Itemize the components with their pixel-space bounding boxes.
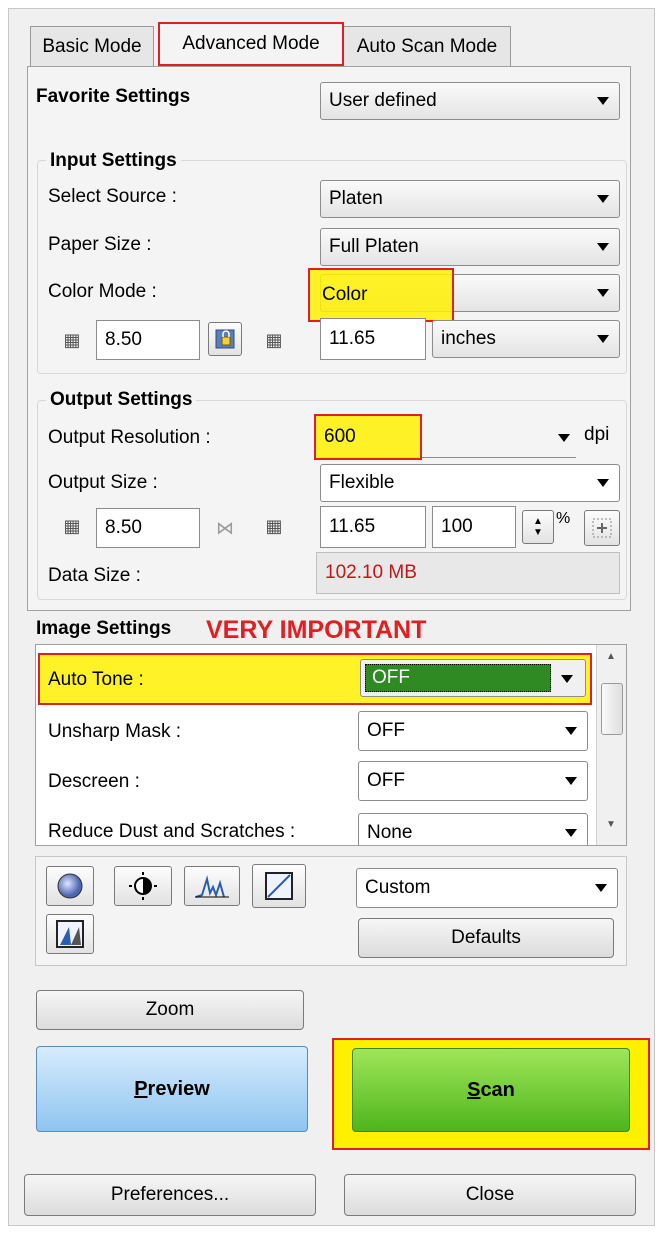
auto-tone-value: OFF: [365, 664, 551, 692]
unsharp-mask-select[interactable]: OFF: [358, 711, 588, 751]
threshold-icon[interactable]: [46, 914, 94, 954]
reduce-dust-label: Reduce Dust and Scratches :: [48, 821, 296, 842]
output-width-icon: ▦: [63, 515, 81, 536]
preview-accelerator: P: [134, 1077, 148, 1100]
select-source-label: Select Source :: [48, 186, 177, 207]
chevron-down-icon: [597, 289, 609, 297]
fit-size-icon[interactable]: [584, 510, 620, 546]
image-settings-list: Auto Tone : OFF Unsharp Mask : OFF Descr…: [35, 644, 627, 846]
scroll-up-icon[interactable]: ▲: [606, 651, 616, 662]
scrollbar[interactable]: ▲ ▼: [596, 645, 626, 845]
brightness-contrast-icon[interactable]: [114, 866, 172, 906]
scan-button[interactable]: Scan: [352, 1048, 630, 1132]
scale-spinner[interactable]: ▲ ▼: [522, 510, 554, 544]
input-width-field[interactable]: 8.50: [96, 320, 200, 360]
close-button[interactable]: Close: [344, 1174, 636, 1216]
input-height-field[interactable]: 11.65: [320, 318, 426, 360]
chevron-down-icon: [558, 434, 570, 442]
chevron-down-icon: [595, 884, 607, 892]
image-settings-title: Image Settings: [36, 618, 172, 639]
preview-label: review: [147, 1077, 210, 1100]
dpi-unit-label: dpi: [584, 424, 610, 445]
percent-label: %: [556, 510, 571, 527]
auto-tone-label: Auto Tone :: [48, 669, 144, 690]
unsharp-mask-value: OFF: [367, 720, 405, 741]
spinner-up-icon[interactable]: ▲: [533, 516, 543, 527]
scroll-down-icon[interactable]: ▼: [606, 819, 616, 830]
very-important-annotation: VERY IMPORTANT: [206, 616, 427, 644]
histogram-icon[interactable]: [184, 866, 240, 906]
descreen-label: Descreen :: [48, 771, 140, 792]
output-size-value: Flexible: [329, 472, 395, 493]
chevron-down-icon: [597, 335, 609, 343]
chevron-down-icon: [565, 829, 577, 837]
lock-aspect-icon[interactable]: [208, 322, 242, 356]
output-size-label: Output Size :: [48, 472, 158, 493]
scale-field[interactable]: 100: [432, 506, 516, 548]
chevron-down-icon: [565, 727, 577, 735]
output-width-field[interactable]: 8.50: [96, 508, 200, 548]
scrollbar-thumb[interactable]: [601, 683, 623, 735]
tab-basic-mode[interactable]: Basic Mode: [30, 26, 154, 66]
preview-button[interactable]: Preview: [36, 1046, 308, 1132]
color-mode-label: Color Mode :: [48, 281, 157, 302]
unit-select[interactable]: inches: [432, 320, 620, 358]
adjustment-preset-select[interactable]: Custom: [356, 868, 618, 908]
paper-size-value: Full Platen: [329, 236, 419, 257]
paper-size-select[interactable]: Full Platen: [320, 228, 620, 266]
chevron-down-icon: [597, 479, 609, 487]
chevron-down-icon: [597, 97, 609, 105]
reduce-dust-select[interactable]: None: [358, 813, 588, 845]
output-height-icon: ▦: [265, 515, 283, 536]
color-balance-icon[interactable]: [46, 866, 94, 906]
favorite-settings-label: Favorite Settings: [36, 86, 191, 107]
chevron-down-icon: [597, 195, 609, 203]
adjustment-preset-value: Custom: [365, 877, 431, 898]
data-size-value: 102.10 MB: [316, 552, 620, 594]
input-settings-title: Input Settings: [46, 150, 181, 172]
descreen-value: OFF: [367, 770, 405, 791]
output-height-field[interactable]: 11.65: [320, 506, 426, 548]
descreen-select[interactable]: OFF: [358, 761, 588, 801]
favorite-settings-select[interactable]: User defined: [320, 82, 620, 120]
width-icon: ▦: [63, 329, 81, 350]
unit-value: inches: [441, 328, 496, 349]
output-settings-title: Output Settings: [46, 389, 197, 411]
chevron-down-icon: [565, 777, 577, 785]
color-mode-value[interactable]: Color: [308, 268, 454, 322]
spinner-down-icon[interactable]: ▼: [533, 527, 543, 538]
data-size-label: Data Size :: [48, 565, 141, 586]
output-resolution-value[interactable]: 600: [314, 414, 422, 460]
defaults-button[interactable]: Defaults: [358, 918, 614, 958]
tab-auto-scan-mode[interactable]: Auto Scan Mode: [343, 26, 511, 66]
height-icon: ▦: [265, 329, 283, 350]
link-icon[interactable]: ⋈: [210, 510, 240, 546]
output-size-select[interactable]: Flexible: [320, 464, 620, 502]
preferences-button[interactable]: Preferences...: [24, 1174, 316, 1216]
output-resolution-label: Output Resolution :: [48, 427, 211, 448]
chevron-down-icon: [597, 243, 609, 251]
zoom-button[interactable]: Zoom: [36, 990, 304, 1030]
tab-advanced-mode[interactable]: Advanced Mode: [158, 22, 344, 66]
select-source-select[interactable]: Platen: [320, 180, 620, 218]
unsharp-mask-label: Unsharp Mask :: [48, 721, 182, 742]
select-source-value: Platen: [329, 188, 383, 209]
scan-accelerator: S: [467, 1078, 481, 1101]
auto-tone-select[interactable]: OFF: [360, 659, 586, 697]
paper-size-label: Paper Size :: [48, 234, 152, 255]
reduce-dust-value: None: [367, 822, 413, 843]
favorite-settings-value: User defined: [329, 90, 437, 111]
scan-label: can: [480, 1078, 515, 1101]
tone-curve-icon[interactable]: [252, 864, 306, 908]
chevron-down-icon: [561, 675, 573, 683]
